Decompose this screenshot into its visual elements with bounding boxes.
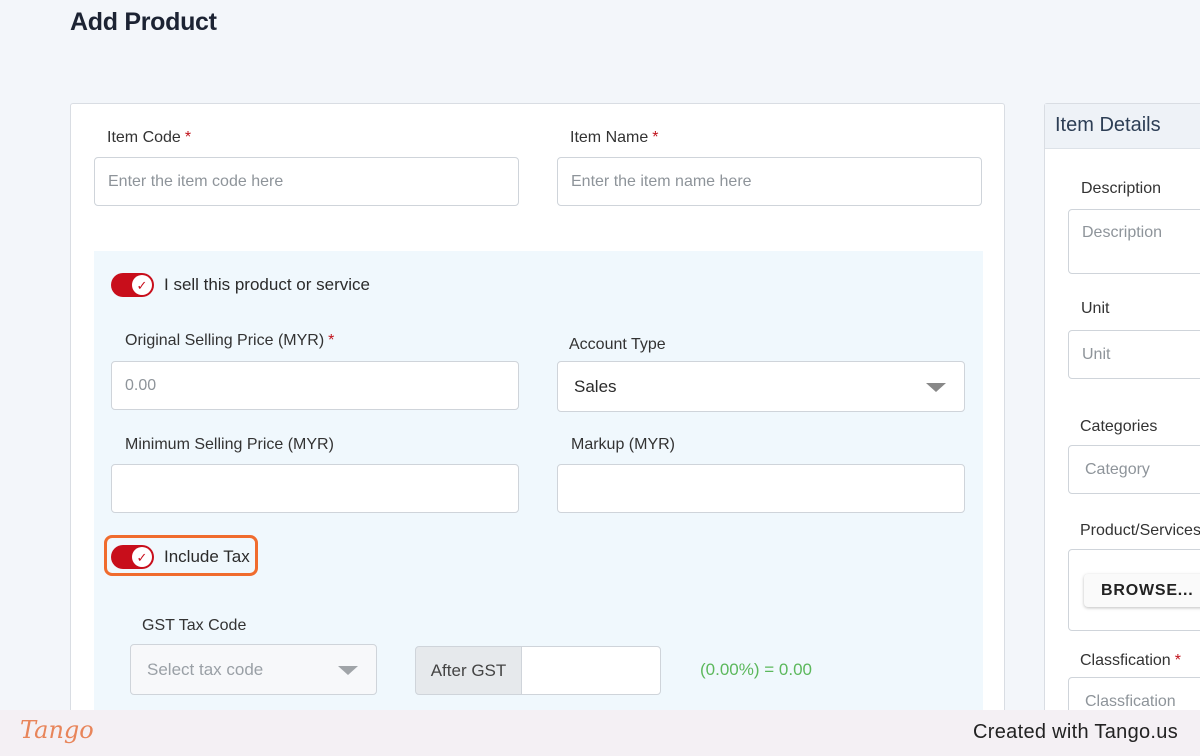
unit-input[interactable]: Unit xyxy=(1068,330,1200,379)
description-input[interactable]: Description xyxy=(1068,209,1200,274)
tango-highlight-box xyxy=(104,535,258,576)
original-price-label: Original Selling Price (MYR) * xyxy=(125,332,335,349)
classification-label: Classfication * xyxy=(1080,652,1181,669)
item-code-label: Item Code * xyxy=(107,129,192,146)
gst-tax-code-select[interactable]: Select tax code xyxy=(130,644,377,695)
original-price-input[interactable]: 0.00 xyxy=(111,361,519,410)
gst-result-text: (0.00%) = 0.00 xyxy=(700,660,812,679)
item-name-label: Item Name * xyxy=(570,129,659,146)
chevron-down-icon xyxy=(338,665,358,675)
unit-label: Unit xyxy=(1081,300,1110,317)
page-title: Add Product xyxy=(70,8,217,36)
description-label: Description xyxy=(1081,180,1162,197)
tango-footer: Tango Created with Tango.us xyxy=(0,710,1200,756)
item-code-input[interactable]: Enter the item code here xyxy=(94,157,519,206)
account-type-select[interactable]: Sales xyxy=(557,361,965,412)
item-name-input[interactable]: Enter the item name here xyxy=(557,157,982,206)
item-details-title: Item Details xyxy=(1045,104,1200,149)
category-select[interactable]: Category xyxy=(1068,445,1200,494)
chevron-down-icon xyxy=(926,382,946,392)
markup-input[interactable] xyxy=(557,464,965,513)
sell-toggle[interactable]: ✓ xyxy=(111,273,154,297)
check-icon: ✓ xyxy=(132,275,152,295)
browse-button[interactable]: BROWSE... xyxy=(1084,574,1200,607)
product-services-label: Product/Services xyxy=(1080,522,1200,539)
categories-label: Categories xyxy=(1080,418,1158,435)
product-form-card: Item Code * Enter the item code here Item… xyxy=(70,103,1005,724)
sell-toggle-label: I sell this product or service xyxy=(164,275,370,294)
tango-credit: Created with Tango.us xyxy=(973,721,1178,743)
tango-logo: Tango xyxy=(20,716,94,744)
after-gst-input[interactable] xyxy=(521,646,661,695)
account-type-label: Account Type xyxy=(569,336,666,353)
after-gst-addon: After GST xyxy=(415,646,522,695)
markup-label: Markup (MYR) xyxy=(571,436,676,453)
min-price-input[interactable] xyxy=(111,464,519,513)
min-price-label: Minimum Selling Price (MYR) xyxy=(125,436,334,453)
gst-tax-code-label: GST Tax Code xyxy=(142,617,247,634)
